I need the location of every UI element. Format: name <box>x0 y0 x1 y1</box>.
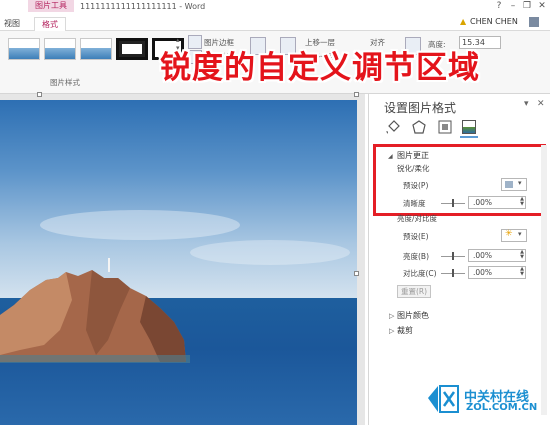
tab-format[interactable]: 格式 <box>34 17 66 32</box>
spin-arrows-icon[interactable]: ▲ ▼ <box>520 250 524 260</box>
reset-button[interactable]: 重置(R) <box>397 285 431 298</box>
annotation-banner: 锐度的自定义调节区域 <box>160 50 480 86</box>
help-icon[interactable]: ? <box>492 0 506 12</box>
picture-icon[interactable] <box>462 120 476 134</box>
warning-icon: ▲ <box>460 17 467 26</box>
brightness-value: .00% <box>473 251 493 260</box>
section-crop[interactable]: 裁剪 <box>397 325 413 336</box>
spin-arrows-icon[interactable]: ▲ ▼ <box>520 267 524 277</box>
bring-forward-button[interactable]: 上移一层 <box>305 37 335 48</box>
picture-style-2[interactable] <box>44 38 76 60</box>
resize-handle[interactable] <box>354 271 359 276</box>
pane-title: 设置图片格式 <box>384 101 457 115</box>
picture-style-4[interactable] <box>116 38 148 60</box>
picture-style-1[interactable] <box>8 38 40 60</box>
window-title: 1111111111111111111 - Word <box>80 2 206 11</box>
section-expand-icon[interactable]: ▷ <box>389 327 394 335</box>
pane-options-icon[interactable]: ▾ <box>524 99 529 109</box>
layout-properties-icon[interactable] <box>438 120 452 134</box>
active-tab-indicator <box>460 136 478 138</box>
brightness-contrast-header: 亮度/对比度 <box>397 214 438 223</box>
effects-icon[interactable] <box>412 120 426 134</box>
selected-photo[interactable] <box>0 100 357 425</box>
pane-close-icon[interactable]: ✕ <box>537 99 545 109</box>
pane-scrollbar[interactable] <box>541 145 547 415</box>
contrast-value: .00% <box>473 268 493 277</box>
user-name[interactable]: CHEN CHEN <box>470 17 518 26</box>
close-button[interactable]: ✕ <box>535 0 549 12</box>
contrast-slider-thumb[interactable] <box>452 269 454 277</box>
chevron-down-icon: ▾ <box>518 230 522 238</box>
align-button[interactable]: 对齐 <box>370 37 385 48</box>
brightness-preset-label: 预设(E) <box>403 232 429 241</box>
picture-style-3[interactable] <box>80 38 112 60</box>
picture-border-icon <box>188 35 202 49</box>
avatar[interactable] <box>529 17 539 27</box>
highlight-box <box>373 144 546 216</box>
contrast-input[interactable]: .00% ▲ ▼ <box>468 266 526 279</box>
contrast-label: 对比度(C) <box>403 269 437 278</box>
brightness-input[interactable]: .00% ▲ ▼ <box>468 249 526 262</box>
restore-button[interactable]: ❐ <box>520 0 534 12</box>
resize-handle[interactable] <box>37 92 42 97</box>
brightness-label: 亮度(B) <box>403 252 429 261</box>
watermark-english: ZOL.COM.CN <box>466 402 538 413</box>
minimize-button[interactable]: – <box>506 0 520 12</box>
tab-view[interactable]: 视图 <box>4 17 20 30</box>
picture-tools-context-tab: 图片工具 <box>28 0 74 12</box>
brightness-slider-thumb[interactable] <box>452 252 454 260</box>
picture-border-button[interactable]: 图片边框 <box>204 37 234 48</box>
photo-rock-island <box>0 258 190 363</box>
section-picture-color[interactable]: 图片颜色 <box>397 310 429 321</box>
picture-styles-group-label: 图片样式 <box>50 78 80 87</box>
resize-handle[interactable] <box>354 92 359 97</box>
sun-icon: ✳ <box>505 229 513 239</box>
section-expand-icon[interactable]: ▷ <box>389 312 394 320</box>
brightness-preset-dropdown[interactable]: ✳ ▾ <box>501 229 527 242</box>
fill-line-icon[interactable] <box>386 120 400 134</box>
ribbon-tab-row <box>0 16 550 31</box>
zol-logo <box>426 384 460 414</box>
